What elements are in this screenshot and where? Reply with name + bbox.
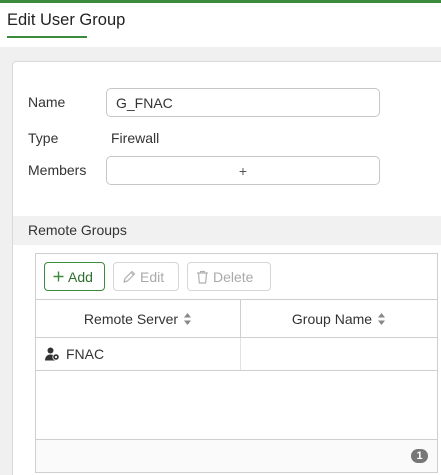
type-value: Firewall bbox=[111, 130, 160, 146]
table-row[interactable]: FNAC bbox=[36, 338, 437, 371]
sort-icon bbox=[377, 312, 386, 326]
delete-button-label: Delete bbox=[213, 268, 254, 285]
user-server-icon bbox=[45, 347, 60, 361]
table-footer: 1 bbox=[36, 439, 437, 472]
page-title: Edit User Group bbox=[7, 11, 126, 29]
column-header-label: Remote Server bbox=[83, 310, 179, 327]
members-add-symbol: + bbox=[238, 162, 248, 179]
page-header: Edit User Group bbox=[0, 3, 441, 47]
column-header-group-name[interactable]: Group Name bbox=[241, 300, 437, 337]
row-count-badge: 1 bbox=[411, 449, 428, 463]
cell-remote-server: FNAC bbox=[36, 338, 241, 370]
delete-button[interactable]: Delete bbox=[187, 262, 271, 291]
remote-groups-title: Remote Groups bbox=[28, 222, 127, 238]
name-input[interactable] bbox=[106, 88, 380, 117]
pencil-icon bbox=[122, 270, 136, 284]
title-underline bbox=[7, 36, 87, 38]
add-button-label: Add bbox=[68, 268, 93, 285]
column-header-label: Group Name bbox=[291, 310, 373, 327]
remote-groups-table: Add Edit Delete Remote Server Group Name bbox=[35, 253, 438, 473]
remote-server-value: FNAC bbox=[66, 346, 105, 362]
members-selector[interactable]: + bbox=[106, 156, 380, 185]
edit-button[interactable]: Edit bbox=[113, 262, 179, 291]
column-header-remote-server[interactable]: Remote Server bbox=[36, 300, 241, 337]
plus-icon bbox=[53, 271, 64, 282]
cell-group-name bbox=[241, 338, 437, 370]
members-label: Members bbox=[28, 162, 87, 178]
sort-icon bbox=[183, 312, 192, 326]
edit-button-label: Edit bbox=[140, 268, 165, 285]
type-label: Type bbox=[28, 130, 59, 146]
name-label: Name bbox=[28, 94, 66, 110]
trash-icon bbox=[196, 270, 209, 284]
add-button[interactable]: Add bbox=[44, 262, 105, 291]
table-header: Remote Server Group Name bbox=[36, 299, 437, 338]
